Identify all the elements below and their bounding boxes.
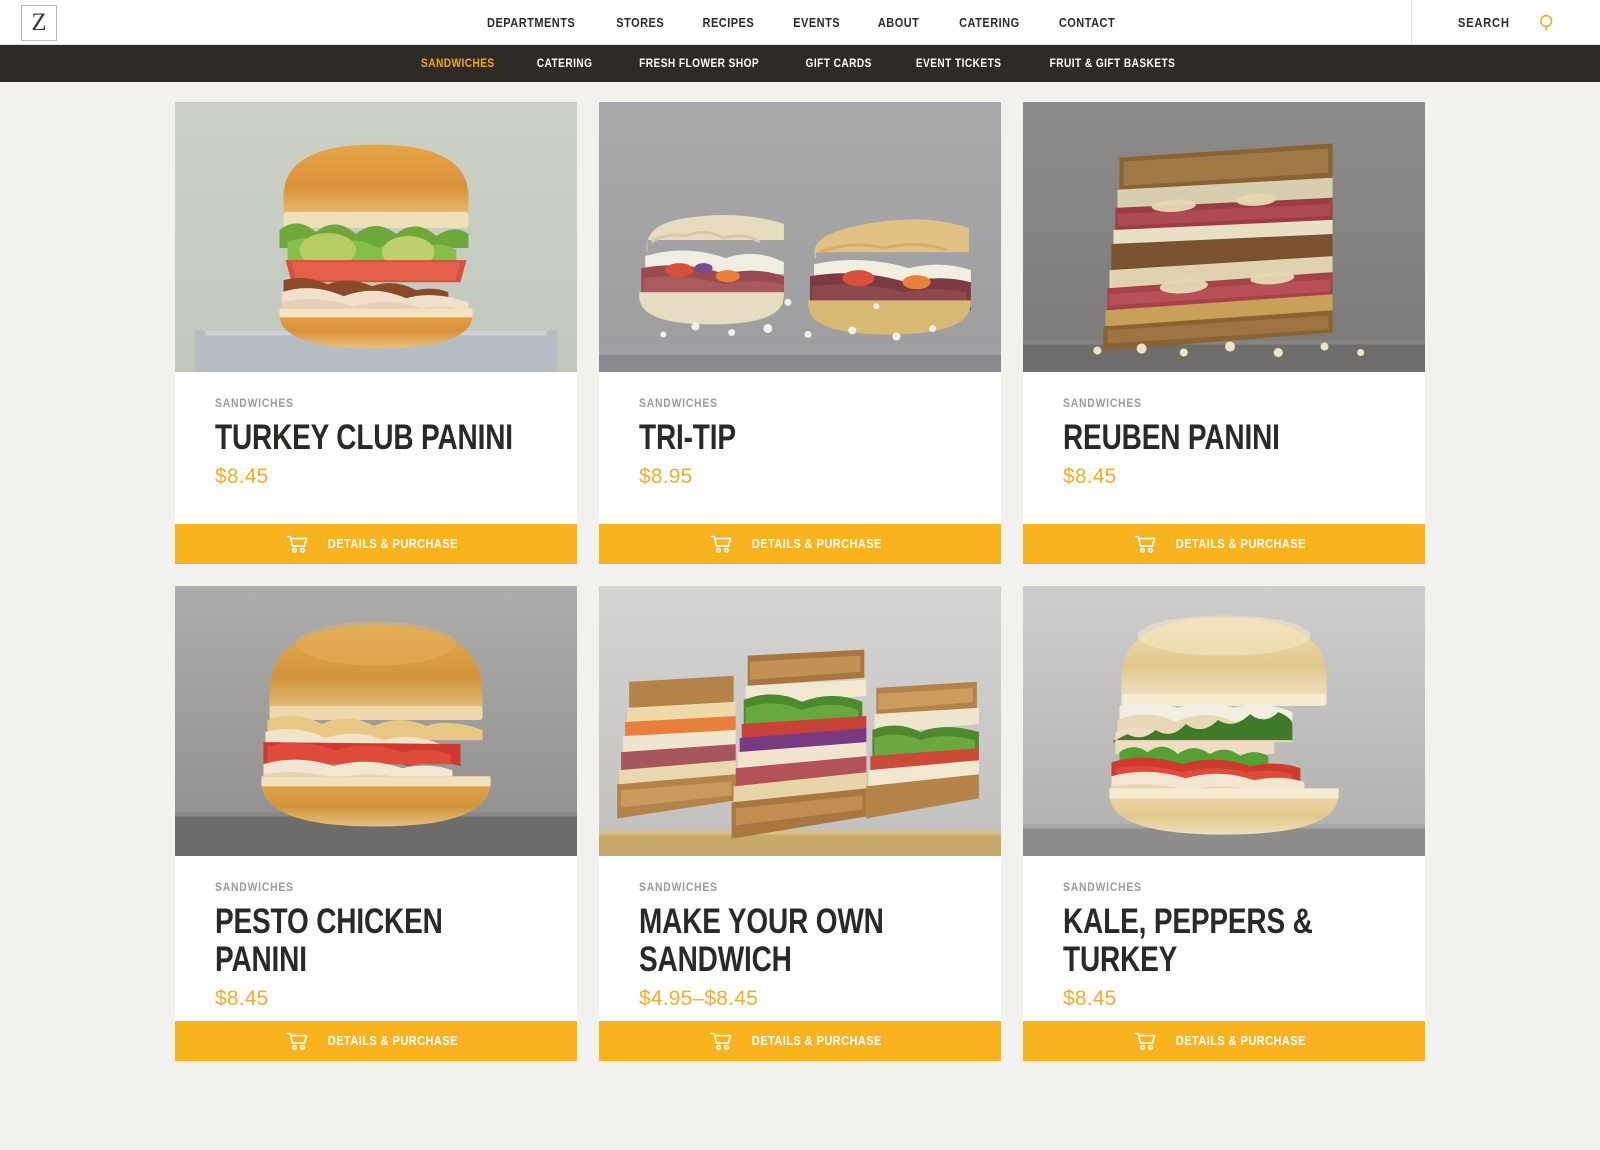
product-title: TURKEY CLUB PANINI	[215, 418, 513, 457]
details-purchase-button[interactable]: DETAILS & PURCHASE	[1023, 524, 1425, 564]
turkey-club-panini-photo[interactable]	[175, 102, 577, 372]
product-info: SANDWICHES MAKE YOUR OWN SANDWICH $4.95–…	[599, 856, 1001, 1021]
product-price: $8.45	[1063, 464, 1117, 488]
secondary-navigation: SANDWICHES CATERING FRESH FLOWER SHOP GI…	[0, 45, 1600, 82]
details-purchase-button[interactable]: DETAILS & PURCHASE	[175, 1020, 577, 1061]
product-category: SANDWICHES	[1063, 398, 1142, 410]
product-info: SANDWICHES TURKEY CLUB PANINI $8.45	[175, 372, 577, 524]
search-icon[interactable]	[1538, 13, 1557, 32]
product-card[interactable]: SANDWICHES PESTO CHICKEN PANINI $8.45 DE…	[175, 586, 577, 1061]
details-purchase-label: DETAILS & PURCHASE	[327, 1033, 458, 1048]
search-label: SEARCH	[1457, 15, 1510, 30]
nav-item-recipes[interactable]: RECIPES	[689, 16, 769, 30]
product-card[interactable]: SANDWICHES TURKEY CLUB PANINI $8.45 DETA…	[175, 102, 577, 564]
product-category: SANDWICHES	[639, 398, 718, 410]
product-category: SANDWICHES	[215, 882, 294, 894]
product-title: REUBEN PANINI	[1063, 418, 1280, 457]
product-card[interactable]: SANDWICHES MAKE YOUR OWN SANDWICH $4.95–…	[599, 586, 1001, 1061]
nav-item-about[interactable]: ABOUT	[864, 16, 934, 30]
product-price: $8.45	[215, 986, 269, 1010]
nav-item-stores[interactable]: STORES	[602, 16, 678, 30]
shopping-cart-icon	[1133, 535, 1156, 553]
product-price: $8.95	[639, 464, 693, 488]
product-title: PESTO CHICKEN PANINI	[215, 902, 443, 979]
details-purchase-label: DETAILS & PURCHASE	[327, 537, 458, 551]
product-info: SANDWICHES TRI-TIP $8.95	[599, 372, 1001, 524]
subnav-item-fruit-gift-baskets[interactable]: FRUIT & GIFT BASKETS	[1035, 58, 1191, 70]
details-purchase-label: DETAILS & PURCHASE	[751, 1033, 882, 1048]
nav-item-departments[interactable]: DEPARTMENTS	[473, 16, 589, 30]
product-price: $4.95–$8.45	[639, 986, 758, 1010]
details-purchase-button[interactable]: DETAILS & PURCHASE	[599, 1020, 1001, 1061]
subnav-item-sandwiches[interactable]: SANDWICHES	[406, 58, 509, 70]
details-purchase-button[interactable]: DETAILS & PURCHASE	[1023, 1020, 1425, 1061]
shopping-cart-icon	[285, 535, 308, 553]
primary-navigation: DEPARTMENTS STORES RECIPES EVENTS ABOUT …	[0, 0, 1600, 45]
kale-peppers-turkey-photo[interactable]	[1023, 586, 1425, 856]
product-category: SANDWICHES	[639, 882, 718, 894]
details-purchase-label: DETAILS & PURCHASE	[751, 537, 882, 551]
product-card[interactable]: SANDWICHES KALE, PEPPERS & TURKEY $8.45 …	[1023, 586, 1425, 1061]
product-card[interactable]: SANDWICHES TRI-TIP $8.95 DETAILS & PURCH…	[599, 102, 1001, 564]
nav-item-catering[interactable]: CATERING	[945, 16, 1034, 30]
make-your-own-sandwich-photo[interactable]	[599, 586, 1001, 856]
product-price: $8.45	[1063, 986, 1117, 1010]
shopping-cart-icon	[709, 535, 732, 553]
product-title: MAKE YOUR OWN SANDWICH	[639, 902, 884, 979]
pesto-chicken-panini-photo[interactable]	[175, 586, 577, 856]
product-info: SANDWICHES KALE, PEPPERS & TURKEY $8.45	[1023, 856, 1425, 1021]
product-info: SANDWICHES REUBEN PANINI $8.45	[1023, 372, 1425, 524]
product-card[interactable]: SANDWICHES REUBEN PANINI $8.45 DETAILS &…	[1023, 102, 1425, 564]
search-button[interactable]: SEARCH	[1412, 0, 1600, 45]
product-info: SANDWICHES PESTO CHICKEN PANINI $8.45	[175, 856, 577, 1021]
tri-tip-photo[interactable]	[599, 102, 1001, 372]
reuben-panini-photo[interactable]	[1023, 102, 1425, 372]
product-title: KALE, PEPPERS & TURKEY	[1063, 902, 1313, 979]
nav-item-events[interactable]: EVENTS	[779, 16, 854, 30]
product-price: $8.45	[215, 464, 269, 488]
product-category: SANDWICHES	[1063, 882, 1142, 894]
details-purchase-button[interactable]: DETAILS & PURCHASE	[175, 524, 577, 564]
nav-item-contact[interactable]: CONTACT	[1045, 16, 1130, 30]
subnav-item-catering[interactable]: CATERING	[522, 58, 608, 70]
shopping-cart-icon	[285, 1032, 308, 1050]
subnav-item-event-tickets[interactable]: EVENT TICKETS	[901, 58, 1016, 70]
subnav-item-fresh-flower-shop[interactable]: FRESH FLOWER SHOP	[624, 58, 774, 70]
product-title: TRI-TIP	[639, 418, 736, 457]
site-header: Z DEPARTMENTS STORES RECIPES EVENTS ABOU…	[0, 0, 1600, 45]
subnav-item-gift-cards[interactable]: GIFT CARDS	[790, 58, 886, 70]
details-purchase-button[interactable]: DETAILS & PURCHASE	[599, 524, 1001, 564]
product-grid: SANDWICHES TURKEY CLUB PANINI $8.45 DETA…	[175, 102, 1425, 1061]
product-category: SANDWICHES	[215, 398, 294, 410]
details-purchase-label: DETAILS & PURCHASE	[1175, 537, 1306, 551]
product-listing: SANDWICHES TURKEY CLUB PANINI $8.45 DETA…	[175, 82, 1425, 1061]
shopping-cart-icon	[709, 1032, 732, 1050]
shopping-cart-icon	[1133, 1032, 1156, 1050]
details-purchase-label: DETAILS & PURCHASE	[1175, 1033, 1306, 1048]
